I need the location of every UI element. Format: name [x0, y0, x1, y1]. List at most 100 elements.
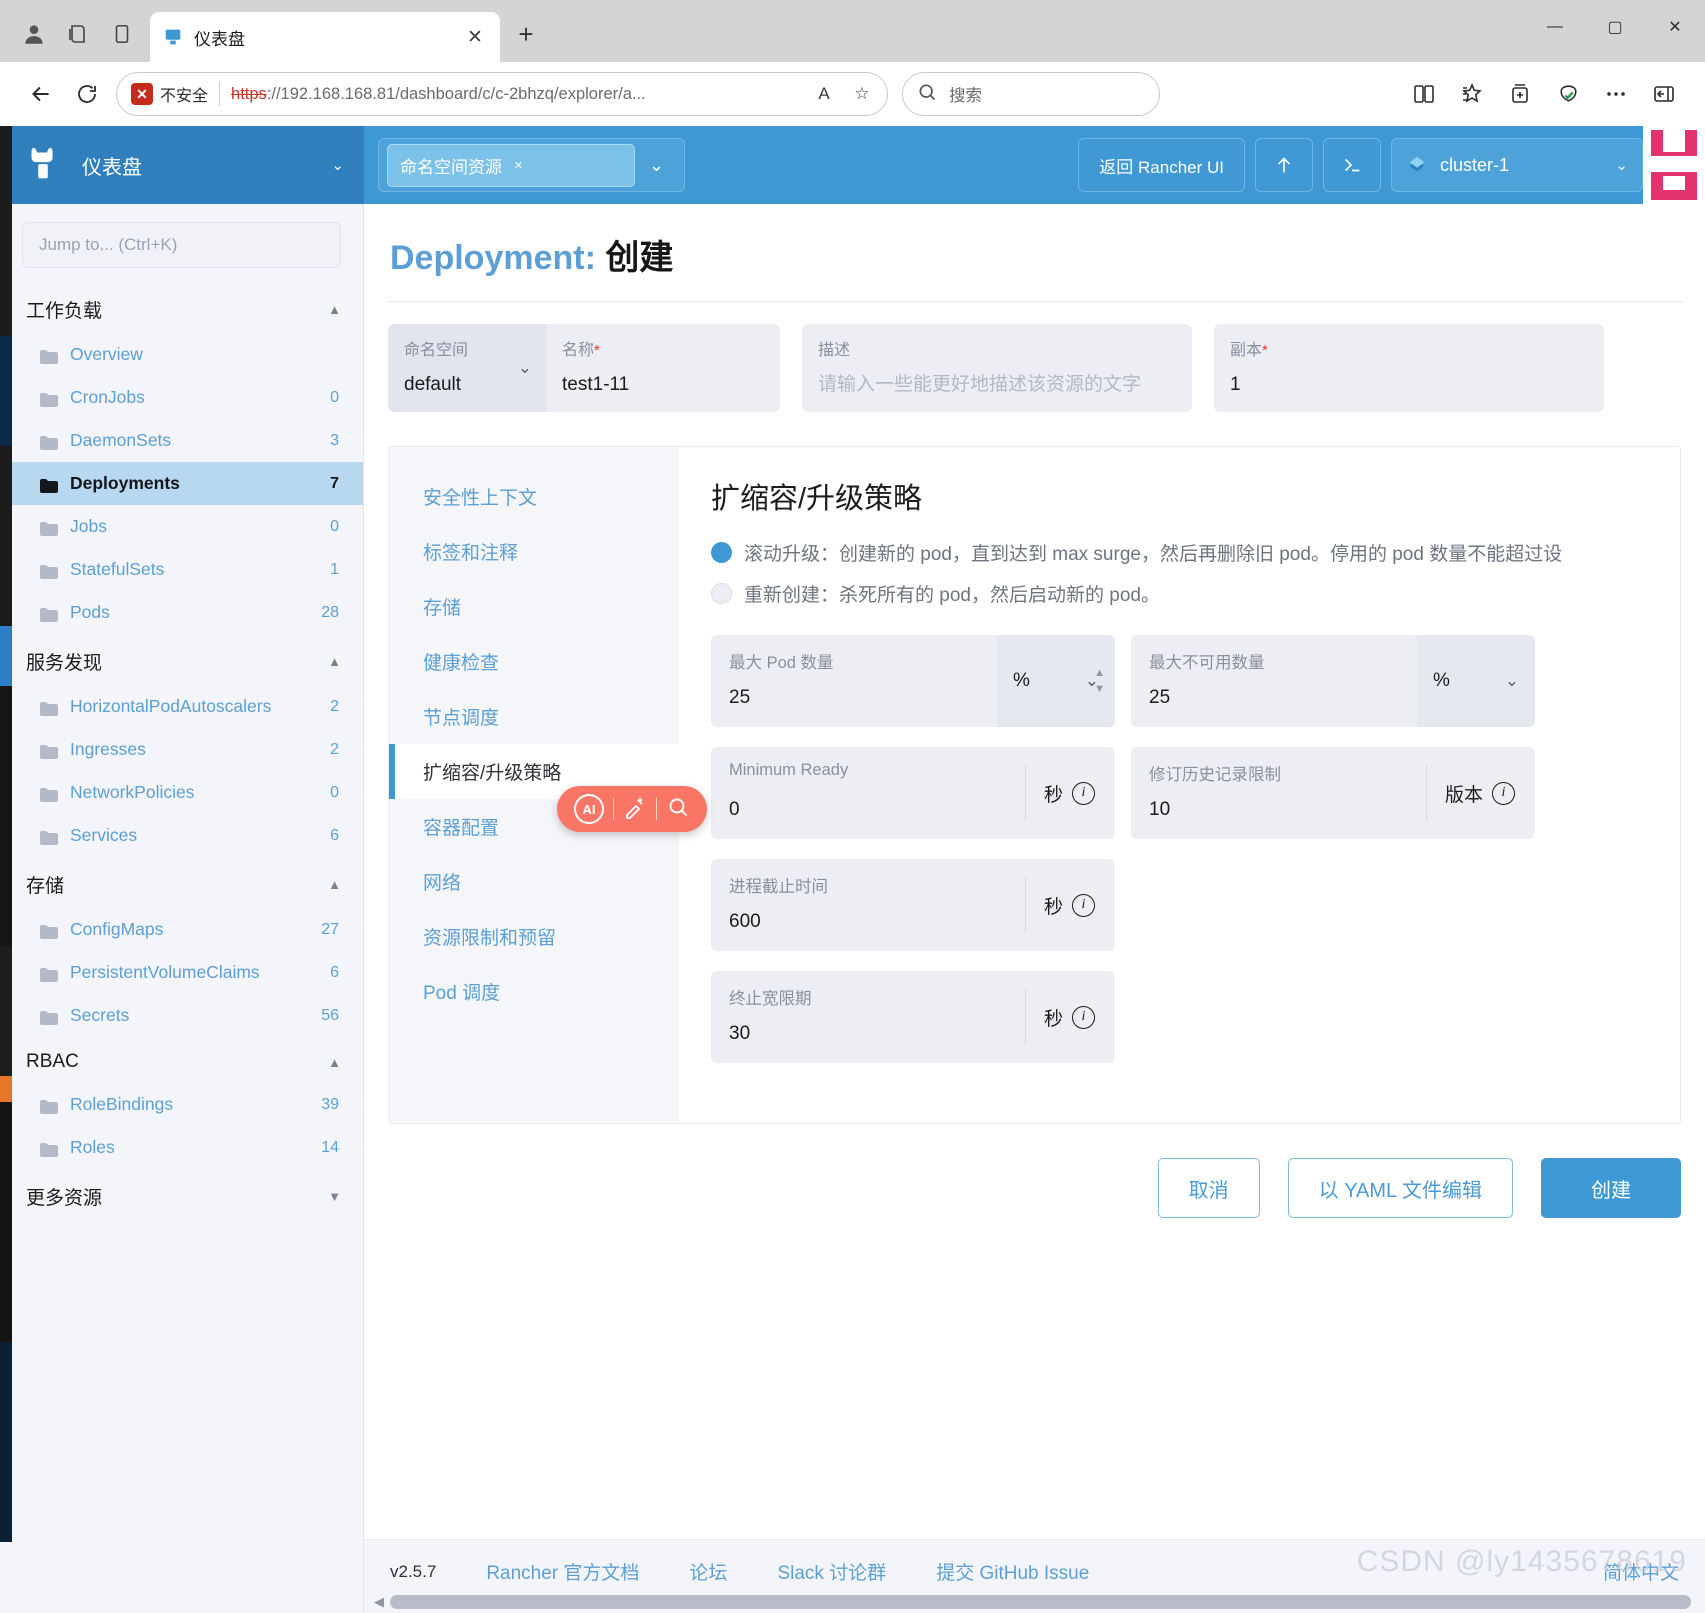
window-close-button[interactable]: ✕ — [1645, 0, 1705, 54]
radio-rolling-update[interactable]: 滚动升级：创建新的 pod，直到达到 max surge，然后再删除旧 pod。… — [711, 539, 1650, 566]
sidebar-item-ingresses[interactable]: Ingresses 2 — [0, 728, 363, 771]
chevron-up-icon[interactable]: ▲ — [328, 654, 341, 669]
sidebar-item-services[interactable]: Services 6 — [0, 814, 363, 857]
address-bar[interactable]: ✕ 不安全 https://192.168.168.81/dashboard/c… — [116, 72, 888, 116]
footer-link-github-issue[interactable]: 提交 GitHub Issue — [936, 1558, 1089, 1585]
browser-essentials-icon[interactable] — [1545, 71, 1591, 117]
ai-badge-icon[interactable]: AI — [574, 794, 604, 824]
tab-storage[interactable]: 存储 — [389, 579, 679, 634]
sidebar-item-configmaps[interactable]: ConfigMaps 27 — [0, 908, 363, 951]
tab-networking[interactable]: 网络 — [389, 854, 679, 909]
import-yaml-icon[interactable] — [1255, 138, 1313, 192]
description-input[interactable]: 描述 请输入一些能更好地描述该资源的文字 — [802, 324, 1192, 412]
chevron-down-icon[interactable]: ▼ — [328, 1189, 341, 1204]
horizontal-scrollbar[interactable]: ◀ — [364, 1591, 1705, 1613]
info-icon[interactable]: i — [1072, 781, 1095, 805]
info-icon[interactable]: i — [1492, 781, 1515, 805]
search-icon[interactable] — [666, 795, 690, 824]
revision-history-limit-input[interactable]: 修订历史记录限制 10 版本 i — [1131, 747, 1535, 839]
nav-group-header[interactable]: 服务发现 ▲ — [0, 634, 363, 685]
nav-group-more-resources[interactable]: 更多资源 ▼ — [0, 1169, 363, 1220]
kubectl-shell-icon[interactable] — [1323, 138, 1381, 192]
sidebar-item-persistentvolumeclaims[interactable]: PersistentVolumeClaims 6 — [0, 951, 363, 994]
max-unavailable-input[interactable]: 最大不可用数量 25 % ⌄ — [1131, 635, 1535, 727]
name-input[interactable]: 名称* test1-11 — [546, 324, 780, 412]
sidebar-item-deployments[interactable]: Deployments 7 — [0, 462, 363, 505]
termination-grace-period-input[interactable]: 终止宽限期 30 秒 i — [711, 971, 1115, 1063]
radio-selected-icon[interactable] — [711, 542, 732, 563]
create-button[interactable]: 创建 — [1541, 1158, 1681, 1218]
nav-group-header[interactable]: 存储 ▲ — [0, 857, 363, 908]
sidebar-item-roles[interactable]: Roles 14 — [0, 1126, 363, 1169]
progress-deadline-input[interactable]: 进程截止时间 600 秒 i — [711, 859, 1115, 951]
tab-resource-limits[interactable]: 资源限制和预留 — [389, 909, 679, 964]
chevron-down-icon[interactable]: ⌄ — [331, 156, 344, 174]
chevron-down-icon[interactable]: ⌄ — [1505, 671, 1519, 691]
maximize-button[interactable]: ▢ — [1585, 0, 1645, 54]
namespace-filter-chip[interactable]: 命名空间资源 × — [387, 143, 635, 187]
tab-health-check[interactable]: 健康检查 — [389, 634, 679, 689]
favorites-icon[interactable] — [1449, 71, 1495, 117]
cancel-button[interactable]: 取消 — [1157, 1158, 1260, 1218]
new-tab-button[interactable]: + — [506, 14, 546, 54]
scroll-left-arrow[interactable]: ◀ — [374, 1594, 384, 1610]
sidebar-item-horizontalpodautoscalers[interactable]: HorizontalPodAutoscalers 2 — [0, 685, 363, 728]
chevron-up-icon[interactable]: ▲ — [328, 877, 341, 892]
avatar[interactable] — [1643, 126, 1705, 204]
ai-floating-toolbar[interactable]: AI — [557, 786, 707, 832]
sidebar-item-secrets[interactable]: Secrets 56 — [0, 994, 363, 1037]
info-icon[interactable]: i — [1072, 893, 1095, 917]
sidebar-item-pods[interactable]: Pods 28 — [0, 591, 363, 634]
security-status[interactable]: ✕ 不安全 — [131, 82, 208, 106]
nav-group-header[interactable]: RBAC ▲ — [0, 1037, 363, 1083]
minimize-button[interactable]: — — [1525, 0, 1585, 54]
profile-icon[interactable] — [12, 12, 56, 56]
workspaces-icon[interactable] — [56, 12, 100, 56]
reload-icon[interactable] — [64, 71, 110, 117]
favorite-star-icon[interactable]: ☆ — [845, 77, 879, 111]
sidebar-item-networkpolicies[interactable]: NetworkPolicies 0 — [0, 771, 363, 814]
split-screen-icon[interactable] — [1401, 71, 1447, 117]
replicas-input[interactable]: 副本* 1 — [1214, 324, 1604, 412]
brand-area[interactable]: 仪表盘 ⌄ — [0, 126, 364, 204]
minimum-ready-input[interactable]: Minimum Ready 0 秒 i — [711, 747, 1115, 839]
namespace-filter[interactable]: 命名空间资源 × ⌄ — [378, 138, 686, 192]
hscroll-thumb[interactable] — [390, 1595, 1691, 1609]
max-surge-input[interactable]: 最大 Pod 数量 25 ▲ ▼ % ⌄ — [711, 635, 1115, 727]
chevron-down-icon[interactable]: ⌄ — [518, 358, 532, 378]
edit-yaml-button[interactable]: 以 YAML 文件编辑 — [1287, 1158, 1513, 1218]
radio-unselected-icon[interactable] — [711, 583, 732, 604]
tab-labels-annotations[interactable]: 标签和注释 — [389, 524, 679, 579]
jump-to-input[interactable]: Jump to... (Ctrl+K) — [22, 222, 341, 268]
cluster-selector[interactable]: cluster-1 ⌄ — [1391, 138, 1643, 192]
tab-security-context[interactable]: 安全性上下文 — [389, 469, 679, 524]
back-to-rancher-button[interactable]: 返回 Rancher UI — [1078, 138, 1245, 192]
tab-actions-icon[interactable] — [100, 12, 144, 56]
sidebar-item-daemonsets[interactable]: DaemonSets 3 — [0, 419, 363, 462]
namespace-select[interactable]: 命名空间 default ⌄ — [388, 324, 546, 412]
close-icon[interactable]: ✕ — [462, 24, 488, 50]
footer-link-slack[interactable]: Slack 讨论群 — [777, 1558, 886, 1585]
tab-node-scheduling[interactable]: 节点调度 — [389, 689, 679, 744]
number-stepper[interactable]: ▲ ▼ — [1094, 667, 1105, 695]
sidebar-item-jobs[interactable]: Jobs 0 — [0, 505, 363, 548]
sidebar-toggle-icon[interactable] — [1641, 71, 1687, 117]
nav-group-header[interactable]: 工作负载 ▲ — [0, 282, 363, 333]
max-unavailable-unit-select[interactable]: % ⌄ — [1417, 635, 1535, 727]
info-icon[interactable]: i — [1072, 1005, 1095, 1029]
footer-link-forum[interactable]: 论坛 — [689, 1558, 727, 1585]
chevron-up-icon[interactable]: ▲ — [328, 302, 341, 317]
back-icon[interactable] — [18, 71, 64, 117]
chevron-down-icon[interactable]: ⌄ — [1615, 156, 1628, 174]
sidebar-item-rolebindings[interactable]: RoleBindings 39 — [0, 1083, 363, 1126]
browser-tab[interactable]: 仪表盘 ✕ — [150, 12, 500, 62]
tab-pod-scheduling[interactable]: Pod 调度 — [389, 964, 679, 1019]
sidebar-item-statefulsets[interactable]: StatefulSets 1 — [0, 548, 363, 591]
radio-recreate[interactable]: 重新创建：杀死所有的 pod，然后启动新的 pod。 — [711, 580, 1650, 607]
browser-search-box[interactable]: 搜索 — [902, 72, 1160, 116]
collections-icon[interactable] — [1497, 71, 1543, 117]
magic-pen-icon[interactable] — [623, 795, 647, 824]
more-icon[interactable] — [1593, 71, 1639, 117]
chevron-down-icon[interactable]: ⌄ — [635, 155, 678, 176]
sidebar-item-cronjobs[interactable]: CronJobs 0 — [0, 376, 363, 419]
